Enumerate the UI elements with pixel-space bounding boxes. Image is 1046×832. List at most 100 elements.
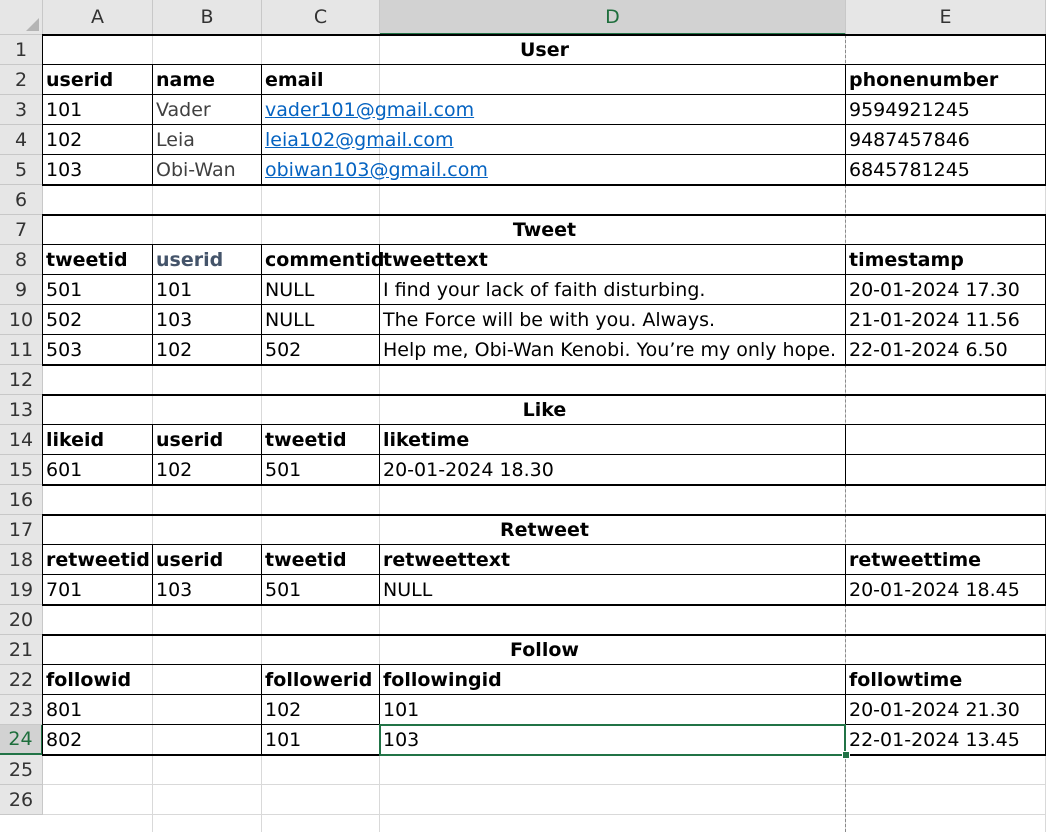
row-header-8[interactable]: 8: [0, 245, 43, 275]
user-name-cell[interactable]: Vader: [153, 95, 262, 125]
row-header-22[interactable]: 22: [0, 665, 43, 695]
follow-cell[interactable]: 22-01-2024 13.45: [846, 725, 1046, 755]
user-phone-cell[interactable]: 9487457846: [846, 125, 1046, 155]
column-label-liketime[interactable]: liketime: [380, 425, 846, 455]
column-label-retweetid[interactable]: retweetid: [43, 545, 153, 575]
table-title-retweet[interactable]: Retweet: [43, 515, 1046, 545]
tweet-cell[interactable]: 502: [262, 335, 380, 365]
row-header-16[interactable]: 16: [0, 485, 43, 515]
row-header-21[interactable]: 21: [0, 635, 43, 665]
column-label-tweettext[interactable]: tweettext: [380, 245, 846, 275]
select-all-button[interactable]: [0, 0, 43, 35]
row-header-3[interactable]: 3: [0, 95, 43, 125]
row-header-15[interactable]: 15: [0, 455, 43, 485]
like-cell[interactable]: 102: [153, 455, 262, 485]
row-header-5[interactable]: 5: [0, 155, 43, 185]
tweet-cell[interactable]: 502: [43, 305, 153, 335]
user-email-link[interactable]: obiwan103@gmail.com: [262, 155, 846, 185]
table-title-user[interactable]: User: [43, 35, 1046, 65]
row-header-6[interactable]: 6: [0, 185, 43, 215]
row-header-1[interactable]: 1: [0, 35, 43, 65]
tweet-cell[interactable]: 21-01-2024 11.56: [846, 305, 1046, 335]
column-label-tweetid[interactable]: tweetid: [262, 545, 380, 575]
row-header-25[interactable]: 25: [0, 755, 43, 785]
column-label-userid[interactable]: userid: [153, 545, 262, 575]
tweet-cell[interactable]: 22-01-2024 6.50: [846, 335, 1046, 365]
user-name-cell[interactable]: Leia: [153, 125, 262, 155]
like-cell[interactable]: 501: [262, 455, 380, 485]
tweet-cell[interactable]: I find your lack of faith disturbing.: [380, 275, 846, 305]
table-title-like[interactable]: Like: [43, 395, 1046, 425]
retweet-cell[interactable]: 103: [153, 575, 262, 605]
row-header-20[interactable]: 20: [0, 605, 43, 635]
table-title-follow[interactable]: Follow: [43, 635, 1046, 665]
column-label-followingid[interactable]: followingid: [380, 665, 846, 695]
like-cell[interactable]: 20-01-2024 18.30: [380, 455, 846, 485]
user-phone-cell[interactable]: 6845781245: [846, 155, 1046, 185]
user-id-cell[interactable]: 103: [43, 155, 153, 185]
retweet-cell[interactable]: 501: [262, 575, 380, 605]
column-header-b[interactable]: B: [153, 0, 262, 35]
follow-cell[interactable]: 101: [380, 695, 846, 725]
row-header-17[interactable]: 17: [0, 515, 43, 545]
fill-handle[interactable]: [842, 751, 850, 759]
row-header-19[interactable]: 19: [0, 575, 43, 605]
column-label-userid[interactable]: userid: [153, 425, 262, 455]
column-label-userid[interactable]: userid: [153, 245, 262, 275]
tweet-cell[interactable]: 102: [153, 335, 262, 365]
column-label-likeid[interactable]: likeid: [43, 425, 153, 455]
tweet-cell[interactable]: 101: [153, 275, 262, 305]
follow-cell[interactable]: 802: [43, 725, 262, 755]
user-id-cell[interactable]: 101: [43, 95, 153, 125]
row-header-13[interactable]: 13: [0, 395, 43, 425]
user-id-cell[interactable]: 102: [43, 125, 153, 155]
column-label-followid[interactable]: followid: [43, 665, 262, 695]
column-label-followtime[interactable]: followtime: [846, 665, 1046, 695]
spreadsheet-grid[interactable]: A B C D E 1 2 3 4 5 6 7 8 9 10 11 12 13 14 15 16 17 18 19 20 21 22…: [0, 0, 1046, 832]
column-label-followerid[interactable]: followerid: [262, 665, 380, 695]
row-header-4[interactable]: 4: [0, 125, 43, 155]
row-header-9[interactable]: 9: [0, 275, 43, 305]
row-header-11[interactable]: 11: [0, 335, 43, 365]
table-title-tweet[interactable]: Tweet: [43, 215, 1046, 245]
row-header-2[interactable]: 2: [0, 65, 43, 95]
row-header-12[interactable]: 12: [0, 365, 43, 395]
tweet-cell[interactable]: 501: [43, 275, 153, 305]
tweet-cell[interactable]: 20-01-2024 17.30: [846, 275, 1046, 305]
column-header-e[interactable]: E: [846, 0, 1046, 35]
row-header-18[interactable]: 18: [0, 545, 43, 575]
column-label-commentid[interactable]: commentid: [262, 245, 385, 275]
user-name-cell[interactable]: Obi-Wan: [153, 155, 262, 185]
tweet-cell[interactable]: 503: [43, 335, 153, 365]
column-label-tweetid[interactable]: tweetid: [262, 425, 380, 455]
row-header-14[interactable]: 14: [0, 425, 43, 455]
column-label-timestamp[interactable]: timestamp: [846, 245, 1046, 275]
column-header-a[interactable]: A: [43, 0, 153, 35]
column-label-email[interactable]: email: [262, 65, 846, 95]
retweet-cell[interactable]: 20-01-2024 18.45: [846, 575, 1046, 605]
row-header-10[interactable]: 10: [0, 305, 43, 335]
column-label-userid[interactable]: userid: [43, 65, 153, 95]
follow-cell[interactable]: 101: [262, 725, 380, 755]
user-email-link[interactable]: vader101@gmail.com: [262, 95, 846, 125]
retweet-cell[interactable]: 701: [43, 575, 153, 605]
column-header-d[interactable]: D: [380, 0, 846, 35]
user-email-link[interactable]: leia102@gmail.com: [262, 125, 846, 155]
tweet-cell[interactable]: NULL: [262, 305, 380, 335]
follow-cell[interactable]: 20-01-2024 21.30: [846, 695, 1046, 725]
tweet-cell[interactable]: 103: [153, 305, 262, 335]
column-label-name[interactable]: name: [153, 65, 262, 95]
column-label-tweetid[interactable]: tweetid: [43, 245, 153, 275]
retweet-cell[interactable]: NULL: [380, 575, 846, 605]
user-phone-cell[interactable]: 9594921245: [846, 95, 1046, 125]
column-label-retweettext[interactable]: retweettext: [380, 545, 846, 575]
tweet-cell[interactable]: The Force will be with you. Always.: [380, 305, 846, 335]
column-header-c[interactable]: C: [262, 0, 380, 35]
row-header-26[interactable]: 26: [0, 785, 43, 815]
row-header-7[interactable]: 7: [0, 215, 43, 245]
row-header-24[interactable]: 24: [0, 725, 43, 755]
column-label-retweettime[interactable]: retweettime: [846, 545, 1046, 575]
follow-cell[interactable]: 801: [43, 695, 262, 725]
selected-cell-outline[interactable]: [379, 724, 846, 756]
row-header-23[interactable]: 23: [0, 695, 43, 725]
